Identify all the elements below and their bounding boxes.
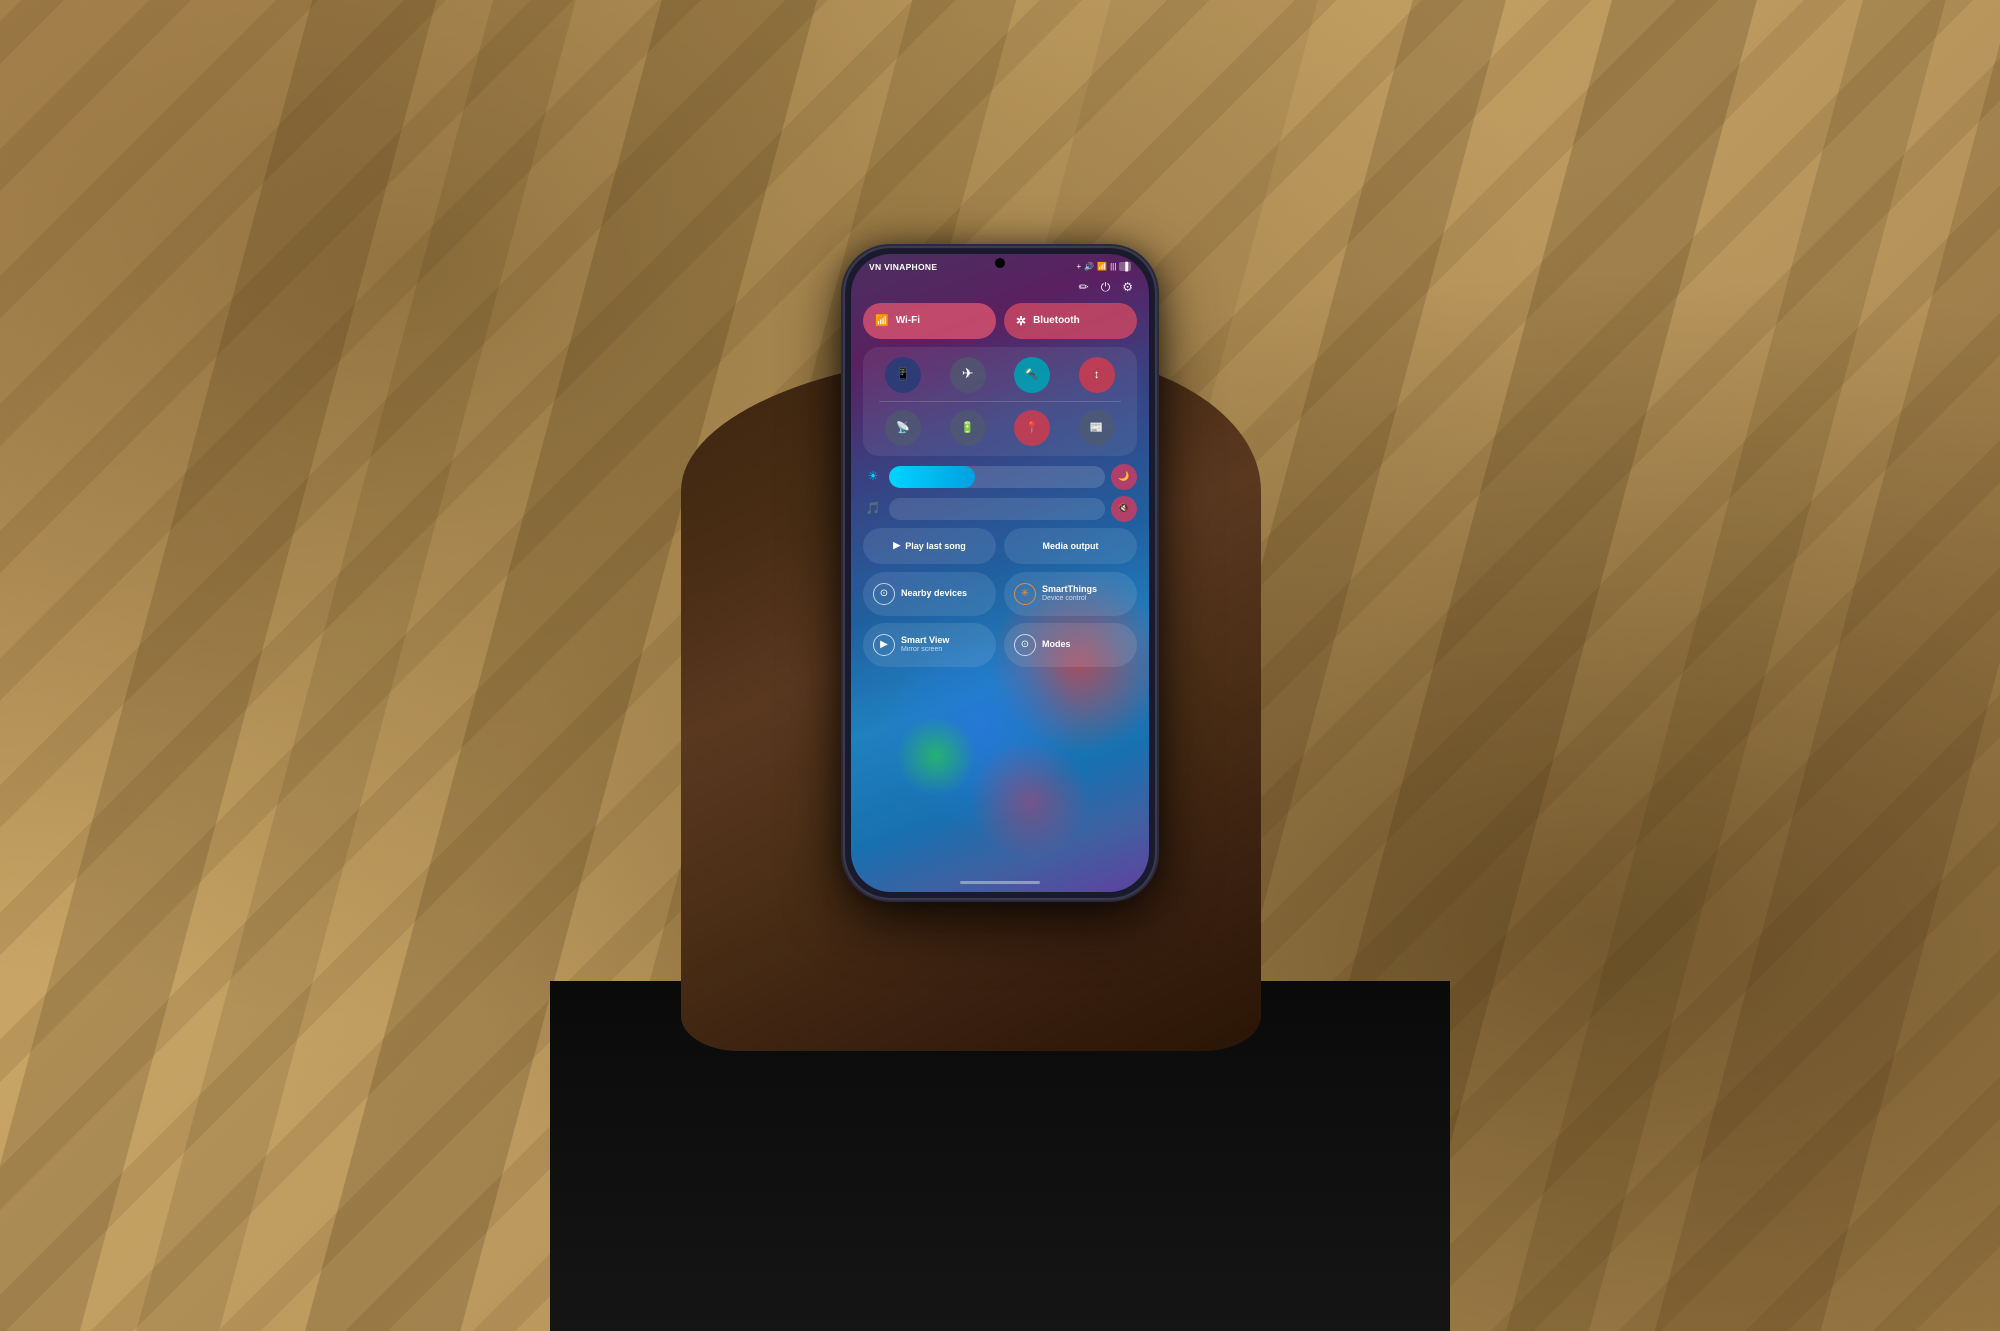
brightness-slider[interactable] <box>889 466 1105 488</box>
status-icons: + 🔊 📶 ||| ▐ <box>1076 262 1131 271</box>
carrier-label: VN VINAPHONE <box>869 262 937 272</box>
rss-icon[interactable]: 📡 <box>885 410 921 446</box>
location-symbol: 📍 <box>1025 421 1039 434</box>
play-last-song-button[interactable]: ▶ Play last song <box>863 528 996 564</box>
modes-button[interactable]: ⊙ Modes <box>1004 623 1137 667</box>
icon-grid: 📱 ✈ 🔦 ↕ <box>863 347 1137 456</box>
media-row: ▶ Play last song Media output <box>863 528 1137 564</box>
smartthings-icon: ✳ <box>1014 583 1036 605</box>
wifi-icon: 📶 <box>875 314 889 327</box>
wifi-label: Wi-Fi <box>896 315 920 326</box>
location-icon[interactable]: 📍 <box>1014 410 1050 446</box>
control-panel: ✏ ⏻ ⚙ 📶 Wi-Fi ✲ Bluetooth <box>851 276 1149 682</box>
camera-notch <box>995 258 1005 268</box>
brightness-fill <box>889 466 975 488</box>
icon-row-2: 📡 🔋 📍 📰 <box>871 410 1129 446</box>
grid-divider <box>879 401 1121 402</box>
dark-mode-icon[interactable]: 🌙 <box>1111 464 1137 490</box>
play-last-song-label: Play last song <box>905 541 966 551</box>
bluetooth-label: Bluetooth <box>1033 315 1080 326</box>
blob-pink <box>969 740 1089 860</box>
volume-icon: 🎵 <box>863 501 883 516</box>
mute-symbol: 🔇 <box>1118 503 1129 514</box>
rss-symbol: 📡 <box>896 421 910 434</box>
blob-green <box>896 716 976 796</box>
home-indicator <box>960 881 1040 884</box>
play-icon: ▶ <box>893 540 900 551</box>
volume-status-icon: 🔊 <box>1084 262 1094 271</box>
wifi-toggle[interactable]: 📶 Wi-Fi <box>863 303 996 339</box>
edit-icon[interactable]: ✏ <box>1079 280 1089 295</box>
smartthings-button[interactable]: ✳ SmartThings Device control <box>1004 572 1137 616</box>
phone-wrapper: VN VINAPHONE + 🔊 📶 ||| ▐ ✏ ⏻ ⚙ <box>845 248 1155 898</box>
top-controls: ✏ ⏻ ⚙ <box>863 280 1137 303</box>
reader-icon[interactable]: 📰 <box>1079 410 1115 446</box>
mute-icon[interactable]: 🔇 <box>1111 496 1137 522</box>
data-icon-symbol: 📱 <box>896 367 911 382</box>
battery-save-symbol: 🔋 <box>961 421 975 434</box>
icon-row-1: 📱 ✈ 🔦 ↕ <box>871 357 1129 393</box>
smartthings-title: SmartThings <box>1042 584 1097 595</box>
media-output-button[interactable]: Media output <box>1004 528 1137 564</box>
smart-view-button[interactable]: ▶ Smart View Mirror screen <box>863 623 996 667</box>
modes-text: Modes <box>1042 639 1071 650</box>
flashlight-symbol: 🔦 <box>1025 368 1039 381</box>
battery-save-icon[interactable]: 🔋 <box>950 410 986 446</box>
data-icon[interactable]: 📱 <box>885 357 921 393</box>
signal-bars: ||| <box>1110 262 1116 271</box>
data-usage-icon[interactable]: ↕ <box>1079 357 1115 393</box>
feature-row-1: ⊙ Nearby devices ✳ SmartThings Device co… <box>863 572 1137 616</box>
wifi-status-icon: 📶 <box>1097 262 1107 271</box>
settings-icon[interactable]: ⚙ <box>1122 280 1133 295</box>
nearby-devices-button[interactable]: ⊙ Nearby devices <box>863 572 996 616</box>
volume-slider-row: 🎵 🔇 <box>863 496 1137 522</box>
phone-screen: VN VINAPHONE + 🔊 📶 ||| ▐ ✏ ⏻ ⚙ <box>851 254 1149 892</box>
modes-title: Modes <box>1042 639 1071 650</box>
brightness-slider-row: ☀ 🌙 <box>863 464 1137 490</box>
battery-icon: ▐ <box>1119 262 1131 271</box>
feature-row-2: ▶ Smart View Mirror screen ⊙ Modes <box>863 623 1137 667</box>
smart-view-icon: ▶ <box>873 634 895 656</box>
data-usage-symbol: ↕ <box>1094 367 1100 382</box>
volume-slider[interactable] <box>889 498 1105 520</box>
airplane-icon[interactable]: ✈ <box>950 357 986 393</box>
power-icon[interactable]: ⏻ <box>1101 280 1111 295</box>
bluetooth-icon: ✲ <box>1016 314 1026 328</box>
smart-view-text: Smart View Mirror screen <box>901 635 949 654</box>
modes-icon: ⊙ <box>1014 634 1036 656</box>
bluetooth-toggle[interactable]: ✲ Bluetooth <box>1004 303 1137 339</box>
media-output-label: Media output <box>1043 541 1099 551</box>
reader-symbol: 📰 <box>1090 421 1104 434</box>
airplane-symbol: ✈ <box>962 366 974 383</box>
smart-view-subtitle: Mirror screen <box>901 646 949 654</box>
bluetooth-status-icon: + <box>1076 262 1081 271</box>
flashlight-icon[interactable]: 🔦 <box>1014 357 1050 393</box>
phone: VN VINAPHONE + 🔊 📶 ||| ▐ ✏ ⏻ ⚙ <box>845 248 1155 898</box>
nearby-devices-title: Nearby devices <box>901 588 967 599</box>
brightness-icon: ☀ <box>863 469 883 484</box>
nearby-devices-icon: ⊙ <box>873 583 895 605</box>
quick-toggle-row: 📶 Wi-Fi ✲ Bluetooth <box>863 303 1137 339</box>
smartthings-text: SmartThings Device control <box>1042 584 1097 603</box>
smart-view-title: Smart View <box>901 635 949 646</box>
nearby-devices-text: Nearby devices <box>901 588 967 599</box>
smartthings-subtitle: Device control <box>1042 595 1097 603</box>
moon-icon: 🌙 <box>1118 471 1129 482</box>
